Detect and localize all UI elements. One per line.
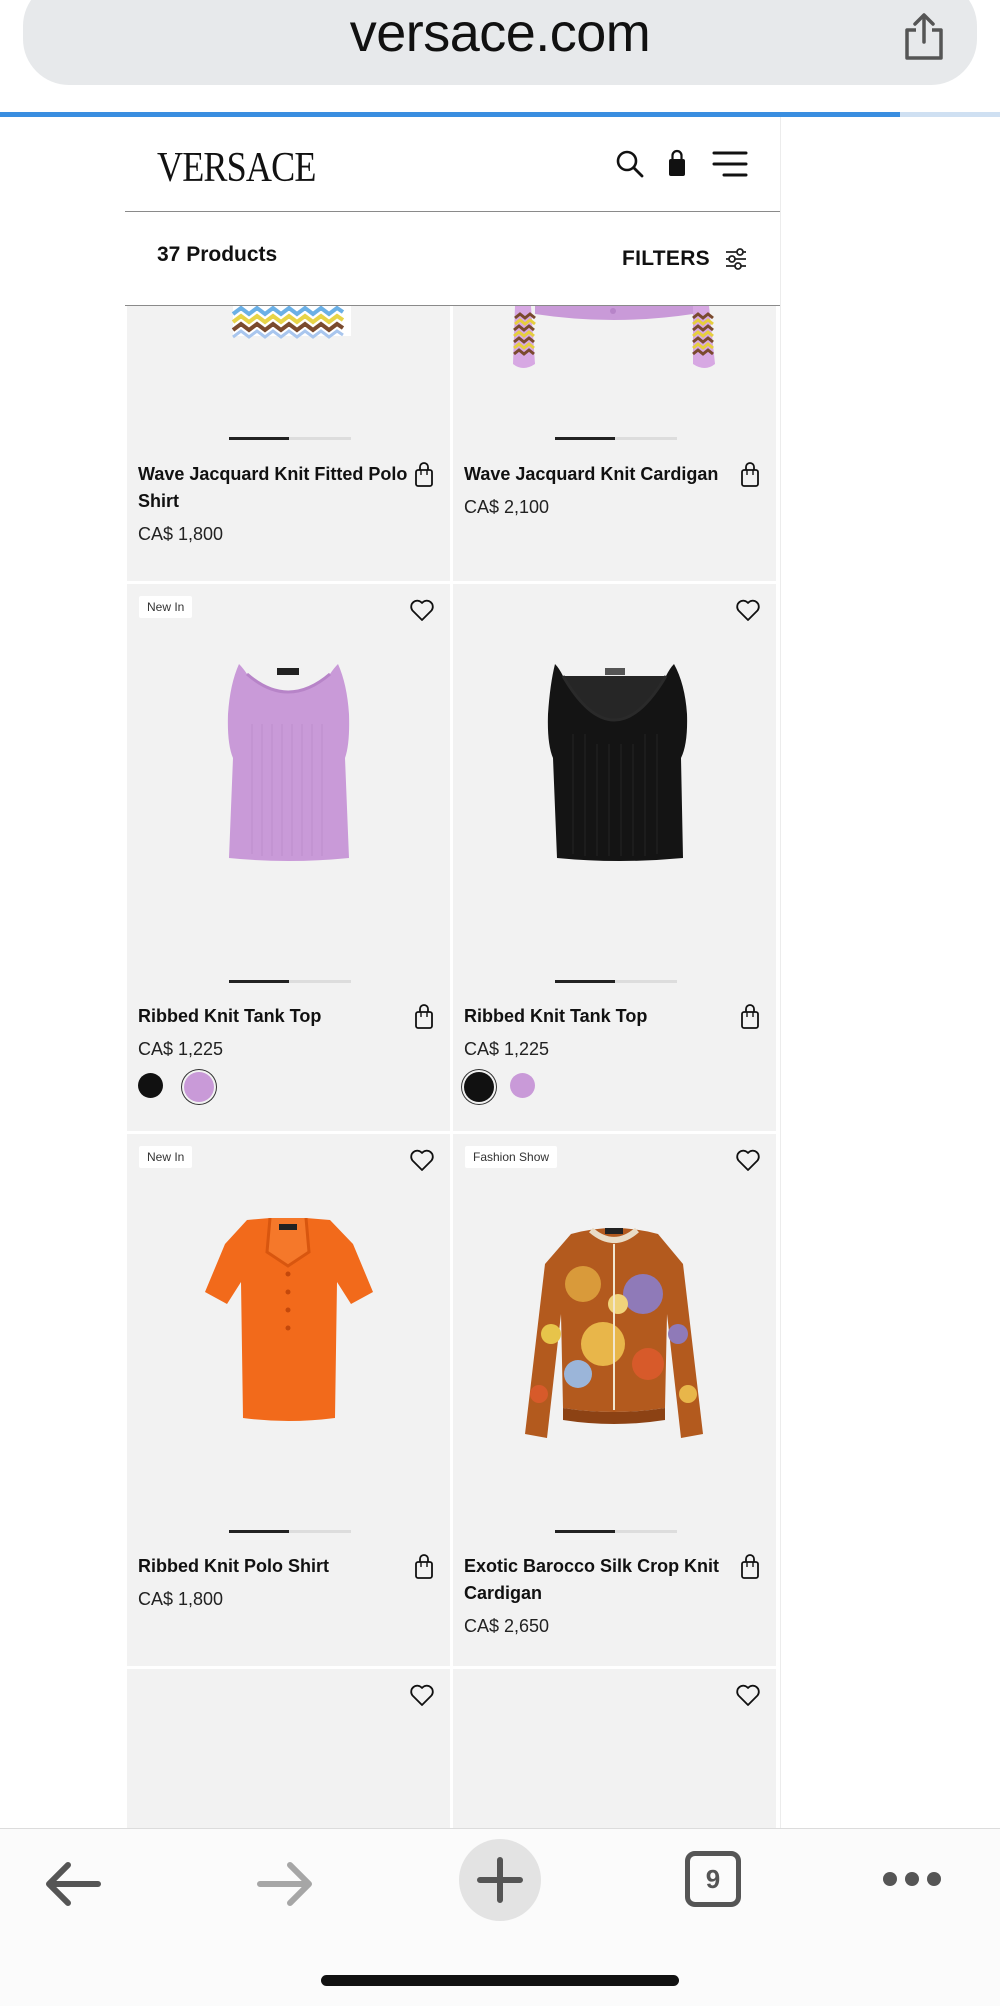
- image-carousel-indicator[interactable]: [555, 1530, 677, 1533]
- product-price: CA$ 1,800: [138, 524, 224, 544]
- add-to-bag-icon[interactable]: [412, 1554, 436, 1580]
- filters-button[interactable]: FILTERS: [622, 241, 748, 277]
- product-name-line: Wave Jacquard Knit Fitted Polo: [138, 464, 408, 484]
- image-carousel-indicator[interactable]: [229, 980, 351, 983]
- product-price: CA$ 1,225: [138, 1039, 224, 1059]
- color-swatch-lilac[interactable]: [184, 1072, 214, 1102]
- add-to-bag-icon[interactable]: [412, 462, 436, 488]
- share-icon[interactable]: [896, 12, 952, 62]
- url-text[interactable]: versace.com: [0, 2, 1000, 64]
- heart-icon[interactable]: [408, 1146, 436, 1174]
- site-header: VERSACE: [125, 117, 780, 212]
- product-badge: New In: [139, 1146, 193, 1168]
- home-indicator: [321, 1975, 679, 1986]
- product-price: CA$ 1,225: [464, 1039, 550, 1059]
- heart-icon[interactable]: [734, 1681, 762, 1709]
- product-name-line: Shirt: [138, 491, 180, 511]
- product-name-line: Cardigan: [464, 1583, 543, 1603]
- heart-icon[interactable]: [734, 596, 762, 624]
- image-carousel-indicator[interactable]: [229, 437, 351, 440]
- product-card[interactable]: Fashion Show Exotic Barocco Silk Crop Kn…: [453, 1134, 776, 1666]
- product-card[interactable]: New In Ribbed Knit Polo Shirt CA$ 1,800: [127, 1134, 450, 1666]
- color-swatch-black[interactable]: [464, 1072, 494, 1102]
- listing-toolbar: 37 Products FILTERS: [125, 212, 780, 306]
- color-swatch-black[interactable]: [138, 1073, 163, 1098]
- product-name[interactable]: Ribbed Knit Polo Shirt: [138, 1553, 408, 1580]
- product-image: [227, 664, 350, 861]
- filters-label: FILTERS: [621, 247, 710, 270]
- versace-logo[interactable]: VERSACE: [157, 144, 316, 192]
- product-badge: Fashion Show: [465, 1146, 558, 1168]
- product-card[interactable]: Wave Jacquard Knit Cardigan CA$ 2,100: [453, 306, 776, 581]
- product-count: 37 Products: [157, 243, 278, 266]
- product-image: [525, 1227, 703, 1438]
- heart-icon[interactable]: [408, 1681, 436, 1709]
- page-margin-right: [780, 117, 1000, 1828]
- product-name[interactable]: Wave Jacquard Knit Fitted Polo Shirt: [138, 461, 408, 515]
- product-card[interactable]: Wave Jacquard Knit Fitted Polo Shirt CA$…: [127, 306, 450, 581]
- browser-address-bar: versace.com: [0, 0, 1000, 113]
- color-swatch-lilac[interactable]: [510, 1073, 535, 1098]
- product-name[interactable]: Wave Jacquard Knit Cardigan: [464, 461, 734, 488]
- heart-icon[interactable]: [734, 1146, 762, 1174]
- search-icon[interactable]: [613, 147, 647, 181]
- shopping-bag-icon[interactable]: [660, 147, 694, 181]
- web-content: VERSACE 37 Products FILTERS Wave Jacquar…: [125, 117, 780, 1828]
- product-image: [231, 306, 351, 339]
- sliders-icon: [726, 248, 746, 270]
- product-card[interactable]: [127, 1669, 450, 1828]
- product-card[interactable]: New In Ribbed Knit Tank Top CA$ 1,225: [127, 584, 450, 1131]
- product-card[interactable]: [453, 1669, 776, 1828]
- product-name[interactable]: Exotic Barocco Silk Crop Knit Cardigan: [464, 1553, 734, 1607]
- page-margin-left: [0, 117, 125, 1828]
- image-carousel-indicator[interactable]: [555, 437, 677, 440]
- product-image: [547, 664, 688, 861]
- plus-icon[interactable]: [459, 1839, 541, 1921]
- product-image: [513, 306, 715, 368]
- image-carousel-indicator[interactable]: [555, 980, 677, 983]
- more-dots-icon[interactable]: [882, 1869, 942, 1889]
- product-image: [205, 1218, 373, 1421]
- product-name[interactable]: Ribbed Knit Tank Top: [138, 1003, 408, 1030]
- product-name-line: Exotic Barocco Silk Crop Knit: [464, 1556, 720, 1576]
- image-carousel-indicator[interactable]: [229, 1530, 351, 1533]
- arrow-left-icon[interactable]: [40, 1851, 106, 1917]
- product-card[interactable]: Ribbed Knit Tank Top CA$ 1,225: [453, 584, 776, 1131]
- arrow-right-icon[interactable]: [252, 1851, 318, 1917]
- add-to-bag-icon[interactable]: [738, 462, 762, 488]
- product-price: CA$ 2,650: [464, 1616, 550, 1636]
- product-name-line: Wave Jacquard Knit Cardigan: [464, 464, 719, 484]
- tab-count-icon[interactable]: 9: [685, 1851, 741, 1907]
- hamburger-menu-icon[interactable]: [710, 147, 750, 181]
- add-to-bag-icon[interactable]: [412, 1004, 436, 1030]
- product-price: CA$ 1,800: [138, 1589, 224, 1609]
- add-to-bag-icon[interactable]: [738, 1004, 762, 1030]
- product-price: CA$ 2,100: [464, 497, 550, 517]
- product-name[interactable]: Ribbed Knit Tank Top: [464, 1003, 734, 1030]
- tab-count: 9: [705, 1863, 721, 1894]
- product-badge: New In: [139, 596, 193, 618]
- add-to-bag-icon[interactable]: [738, 1554, 762, 1580]
- heart-icon[interactable]: [408, 596, 436, 624]
